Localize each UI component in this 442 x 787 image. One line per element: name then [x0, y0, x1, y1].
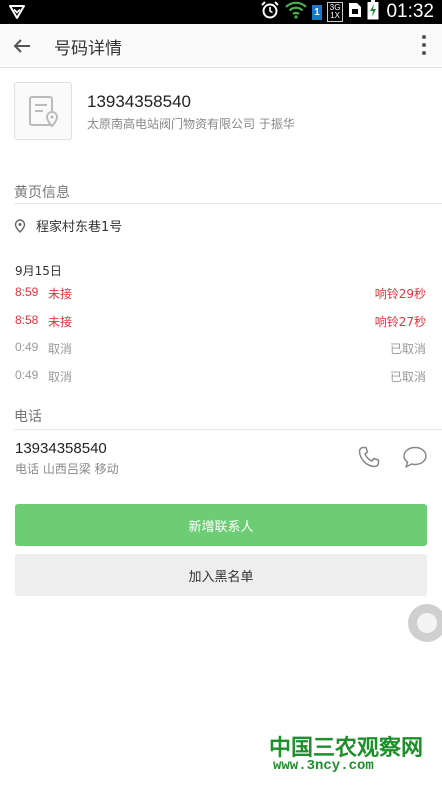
call-time: 0:49	[15, 340, 39, 354]
battery-charging-icon	[367, 0, 379, 24]
avatar	[14, 82, 72, 140]
call-type: 取消	[48, 342, 73, 356]
alarm-icon	[260, 0, 280, 24]
call-time: 8:59	[15, 285, 39, 299]
call-type: 未接	[48, 315, 73, 329]
contact-card-icon	[29, 96, 59, 128]
call-duration: 已取消	[389, 370, 426, 384]
call-log-row[interactable]: 8:59 未接 响铃29秒	[15, 285, 426, 305]
call-log-date: 9月15日	[15, 264, 62, 278]
call-type: 未接	[48, 287, 73, 301]
call-log-row[interactable]: 0:49 取消 已取消	[15, 340, 426, 360]
more-vert-icon[interactable]	[420, 34, 428, 58]
contact-company: 太原南高电站阀门物资有限公司 于振华	[87, 117, 295, 131]
contact-number: 13934358540	[87, 92, 192, 111]
app-toolbar: 号码详情	[0, 24, 442, 68]
network-type-indicator: 3G 1X	[326, 2, 344, 22]
call-log-row[interactable]: 8:58 未接 响铃27秒	[15, 313, 426, 333]
address-text: 程家村东巷1号	[36, 220, 123, 235]
call-log-row[interactable]: 0:49 取消 已取消	[15, 368, 426, 388]
call-duration: 响铃29秒	[374, 287, 426, 301]
sim-badge: 1	[312, 4, 322, 20]
yellow-pages-title: 黄页信息	[14, 185, 70, 201]
wifi-icon	[285, 1, 308, 23]
location-pin-icon	[14, 218, 26, 233]
address-row[interactable]: 程家村东巷1号	[14, 216, 122, 235]
add-contact-button[interactable]: 新增联系人	[15, 504, 427, 546]
page-title: 号码详情	[54, 39, 122, 59]
call-duration: 已取消	[389, 342, 426, 356]
phone-section-title: 电话	[14, 409, 42, 425]
call-time: 8:58	[15, 313, 39, 327]
divider	[14, 203, 442, 204]
notification-icon	[8, 3, 26, 25]
call-time: 0:49	[15, 368, 39, 382]
message-icon[interactable]	[402, 445, 428, 469]
phone-location: 电话 山西吕梁 移动	[15, 462, 119, 476]
add-blacklist-button[interactable]: 加入黑名单	[15, 554, 427, 596]
call-type: 取消	[48, 370, 73, 384]
network-bottom-label: 1X	[330, 11, 341, 20]
sim-icon	[348, 2, 362, 22]
call-duration: 响铃27秒	[374, 315, 426, 329]
clock: 01:32	[386, 1, 434, 22]
watermark-url: www.3ncy.com	[273, 758, 374, 774]
status-bar: 1 3G 1X 01:32	[0, 0, 442, 24]
arrow-back-icon[interactable]	[8, 32, 36, 60]
assistive-touch-button[interactable]	[408, 604, 442, 642]
phone-call-icon[interactable]	[357, 445, 381, 469]
divider	[14, 429, 442, 430]
phone-number[interactable]: 13934358540	[15, 440, 107, 457]
